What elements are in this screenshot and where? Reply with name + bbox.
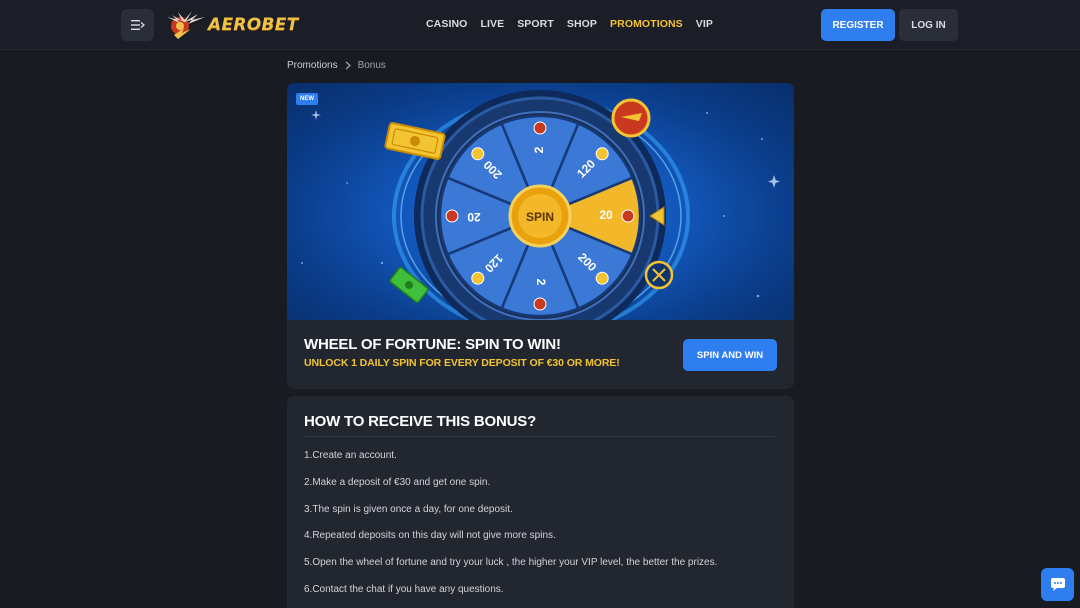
nav-live[interactable]: LIVE — [480, 18, 504, 30]
nav-casino[interactable]: CASINO — [426, 18, 467, 30]
chat-support-icon — [1050, 577, 1065, 591]
breadcrumb-bonus: Bonus — [357, 60, 386, 71]
bonus-info-card: HOW TO RECEIVE THIS BONUS? 1.Create an a… — [287, 396, 794, 608]
step-item: 6.Contact the chat if you have any quest… — [304, 583, 504, 595]
green-bill-icon — [389, 266, 429, 304]
step-item: 3.The spin is given once a day, for one … — [304, 503, 513, 515]
step-item: 1.Create an account. — [304, 450, 397, 461]
divider — [304, 436, 775, 437]
menu-toggle-button[interactable] — [121, 9, 154, 41]
wheel-of-fortune-illustration: 202002120202002120 SPIN — [301, 90, 780, 320]
aerobet-logo[interactable]: AEROBET — [164, 9, 299, 41]
prize-token-icon — [445, 209, 459, 223]
login-button[interactable]: LOG IN — [899, 9, 958, 41]
prize-token-icon — [471, 147, 485, 161]
step-item: 4.Repeated deposits on this day will not… — [304, 530, 556, 542]
prize-token-icon — [621, 209, 635, 223]
breadcrumb-promotions[interactable]: Promotions — [287, 60, 338, 71]
chevron-right-icon — [345, 61, 351, 70]
nav-shop[interactable]: SHOP — [567, 18, 597, 30]
nav-promotions[interactable]: PROMOTIONS — [610, 18, 683, 30]
wheel-segment-label: 2 — [534, 279, 548, 286]
promo-subtitle: UNLOCK 1 DAILY SPIN FOR EVERY DEPOSIT OF… — [304, 357, 620, 369]
prize-token-icon — [595, 147, 609, 161]
prize-token-icon — [595, 271, 609, 285]
wheel-segment-label: 20 — [599, 208, 613, 222]
step-item: 5.Open the wheel of fortune and try your… — [304, 557, 718, 569]
wheel-segment-label: 20 — [467, 210, 481, 224]
live-chat-button[interactable] — [1041, 568, 1074, 601]
register-button[interactable]: REGISTER — [821, 9, 895, 41]
gold-coin-icon — [611, 98, 651, 138]
spin-and-win-button[interactable]: SPIN AND WIN — [683, 339, 777, 371]
menu-collapse-icon — [130, 20, 145, 30]
info-title: HOW TO RECEIVE THIS BONUS? — [304, 413, 537, 430]
nav-vip[interactable]: VIP — [696, 18, 713, 30]
brand-name: AEROBET — [208, 15, 299, 35]
prize-token-icon — [533, 297, 547, 311]
top-header: AEROBET CASINO LIVE SPORT SHOP PROMOTION… — [0, 0, 1080, 50]
wheel-segment-label: 2 — [532, 146, 546, 153]
promo-card: 20 200 2 120 20 200 2 120 SPIN NEW WHEEL… — [287, 83, 794, 389]
wheel-center-label: SPIN — [526, 210, 554, 224]
wheel-banner: 20 200 2 120 20 200 2 120 SPIN NEW — [287, 83, 794, 320]
lucky-coin-icon — [644, 260, 674, 290]
step-item: 2.Make a deposit of €30 and get one spin… — [304, 476, 491, 488]
gold-bill-icon — [384, 122, 446, 160]
prize-token-icon — [533, 121, 547, 135]
promo-title: WHEEL OF FORTUNE: SPIN TO WIN! — [304, 336, 561, 353]
new-badge: NEW — [296, 93, 318, 105]
breadcrumb: Promotions Bonus — [287, 60, 386, 71]
eagle-wings-icon — [167, 11, 205, 39]
bonus-steps-list: 1.Create an account. 2.Make a deposit of… — [304, 450, 717, 608]
prize-token-icon — [471, 271, 485, 285]
nav-sport[interactable]: SPORT — [517, 18, 554, 30]
main-nav: CASINO LIVE SPORT SHOP PROMOTIONS VIP — [426, 18, 713, 30]
